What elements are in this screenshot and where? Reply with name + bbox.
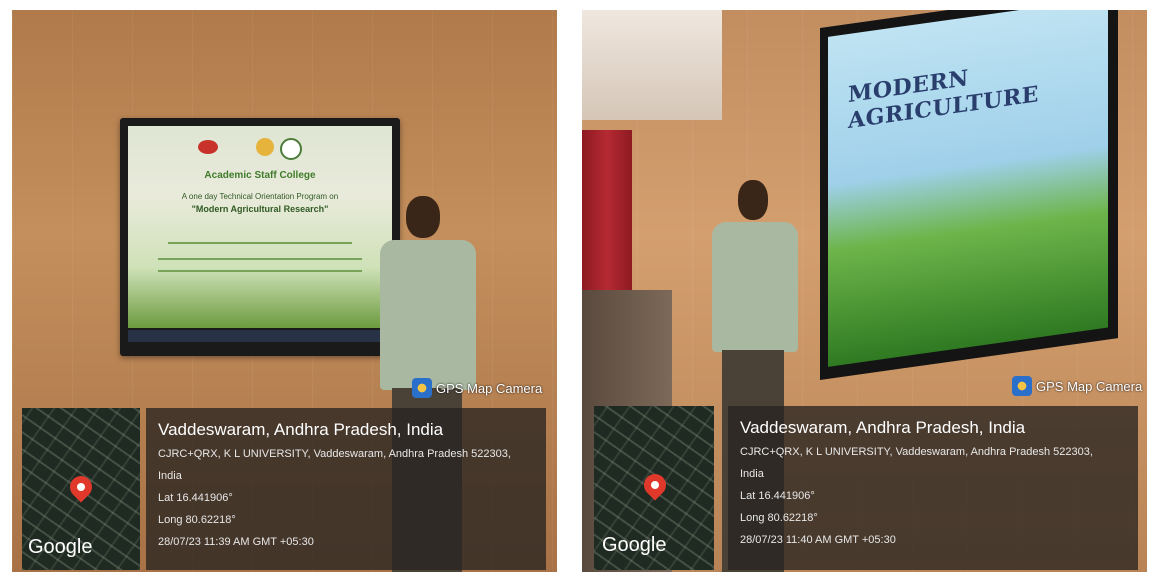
ceiling (582, 10, 722, 120)
longitude: Long 80.62218° (740, 512, 818, 524)
presentation-slide: Academic Staff College A one day Technic… (128, 126, 392, 328)
latitude: Lat 16.441906° (740, 490, 815, 502)
gps-camera-logo-icon (1012, 376, 1032, 396)
address-country: India (158, 470, 182, 482)
location-title: Vaddeswaram, Andhra Pradesh, India (158, 420, 444, 439)
longitude: Long 80.62218° (158, 514, 236, 526)
person-shirt (712, 222, 798, 352)
mini-map: Google (22, 408, 140, 570)
map-google-label: Google (602, 534, 667, 556)
gps-camera-label: GPS Map Camera (1036, 378, 1143, 394)
slide-divider (168, 242, 352, 244)
slide-heading: Academic Staff College (204, 170, 316, 181)
location-info-panel: Vaddeswaram, Andhra Pradesh, India CJRC+… (728, 406, 1138, 570)
timestamp: 28/07/23 11:39 AM GMT +05:30 (158, 536, 314, 548)
photo-left: Academic Staff College A one day Technic… (12, 10, 557, 572)
gps-camera-tag: GPS Map Camera (1012, 376, 1142, 396)
slide-title: MODERN AGRICULTURE (848, 65, 1039, 135)
slide-line: A one day Technical Orientation Program … (181, 192, 339, 201)
slide-line: "Modern Agricultural Research" (191, 204, 329, 214)
person-head (406, 196, 440, 238)
address-country: India (740, 468, 764, 480)
smart-board-screen: MODERN AGRICULTURE (820, 10, 1118, 380)
photo-right: MODERN AGRICULTURE GPS Map Camera Google… (582, 10, 1147, 572)
mini-map: Google (594, 406, 714, 570)
location-pin-icon (65, 471, 97, 503)
person-head (738, 180, 768, 220)
slide-divider (158, 258, 362, 260)
gps-camera-tag: GPS Map Camera (412, 378, 542, 398)
gps-camera-label: GPS Map Camera (436, 380, 543, 396)
location-info-panel: Vaddeswaram, Andhra Pradesh, India CJRC+… (146, 408, 546, 570)
person-shirt (380, 240, 476, 390)
smart-board-screen: Academic Staff College A one day Technic… (120, 118, 400, 356)
logo-icon (256, 138, 274, 156)
latitude: Lat 16.441906° (158, 492, 233, 504)
taskbar (128, 330, 392, 342)
address-line: CJRC+QRX, K L UNIVERSITY, Vaddeswaram, A… (740, 446, 1093, 458)
timestamp: 28/07/23 11:40 AM GMT +05:30 (740, 534, 896, 546)
slide-divider (158, 270, 362, 272)
location-pin-icon (639, 469, 671, 501)
logo-icon (280, 138, 302, 160)
gps-camera-logo-icon (412, 378, 432, 398)
map-google-label: Google (28, 536, 93, 558)
location-title: Vaddeswaram, Andhra Pradesh, India (740, 418, 1026, 437)
address-line: CJRC+QRX, K L UNIVERSITY, Vaddeswaram, A… (158, 448, 511, 460)
presentation-slide: MODERN AGRICULTURE (828, 10, 1108, 367)
logo-icon (198, 140, 218, 154)
